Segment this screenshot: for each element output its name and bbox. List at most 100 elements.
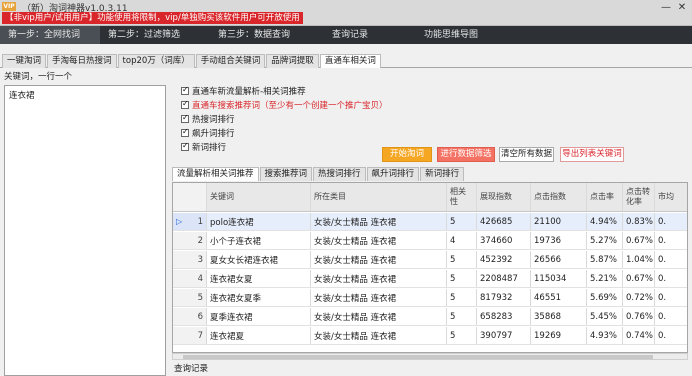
col-extra[interactable]: 市均 xyxy=(655,183,687,211)
cell-relevance[interactable]: 5 xyxy=(447,251,477,268)
cell-impressions[interactable]: 452392 xyxy=(477,251,531,268)
col-clicks[interactable]: 点击指数 xyxy=(531,183,587,211)
table-row[interactable]: 7 连衣裙夏 女装/女士精品 连衣裙 5 390797 19269 4.93% … xyxy=(173,327,687,345)
col-cvr[interactable]: 点击转化率 xyxy=(623,183,655,211)
nav-query-log[interactable]: 查询记录 xyxy=(332,26,420,44)
cell-relevance[interactable]: 5 xyxy=(447,270,477,287)
table-row[interactable]: ▷ 1 polo连衣裙 女装/女士精品 连衣裙 5 426685 21100 4.… xyxy=(173,213,687,231)
cell-keyword[interactable]: 夏女女长裙连衣裙 xyxy=(207,251,311,268)
tab-brand-extract[interactable]: 品牌词提取 xyxy=(266,54,319,68)
tab-new-rank[interactable]: 新词排行 xyxy=(420,167,465,181)
cell-extra[interactable]: 0. xyxy=(655,213,687,230)
cell-ctr[interactable]: 4.93% xyxy=(587,327,623,344)
col-impressions[interactable]: 展现指数 xyxy=(477,183,531,211)
cell-impressions[interactable]: 374660 xyxy=(477,232,531,249)
tab-manual-combine[interactable]: 手动组合关键词 xyxy=(195,54,266,68)
cell-category[interactable]: 女装/女士精品 连衣裙 xyxy=(311,270,447,287)
cell-extra[interactable]: 0. xyxy=(655,289,687,306)
table-row[interactable]: 5 连衣裙女夏季 女装/女士精品 连衣裙 5 817932 46551 5.69… xyxy=(173,289,687,307)
col-keyword[interactable]: 关键词 xyxy=(207,183,311,211)
cell-clicks[interactable]: 26566 xyxy=(531,251,587,268)
cell-relevance[interactable]: 4 xyxy=(447,232,477,249)
close-icon[interactable]: ✕ xyxy=(676,3,688,13)
export-button[interactable]: 导出列表关键词 xyxy=(560,147,624,162)
checkbox-search-recommend[interactable] xyxy=(181,99,189,109)
filter-button[interactable]: 进行数据筛选 xyxy=(437,147,495,162)
tab-ztc-related[interactable]: 直通车相关词 xyxy=(319,54,381,68)
cell-relevance[interactable]: 5 xyxy=(447,308,477,325)
cell-cvr[interactable]: 0.76% xyxy=(623,308,655,325)
checkbox-hot-rank[interactable] xyxy=(181,113,189,123)
start-button[interactable]: 开始淘词 xyxy=(382,147,432,162)
checkbox-rising-rank[interactable] xyxy=(181,127,189,137)
keyword-textarea[interactable]: 连衣裙 xyxy=(4,85,166,376)
cell-extra[interactable]: 0. xyxy=(655,232,687,249)
table-row[interactable]: 4 连衣裙女夏 女装/女士精品 连衣裙 5 2208487 115034 5.2… xyxy=(173,270,687,288)
nav-step-2[interactable]: 第二步：过滤筛选 xyxy=(100,26,210,44)
cell-category[interactable]: 女装/女士精品 连衣裙 xyxy=(311,327,447,344)
scrollbar-thumb[interactable] xyxy=(183,355,653,359)
table-row[interactable]: 6 夏季连衣裙 女装/女士精品 连衣裙 5 658283 35868 5.45%… xyxy=(173,308,687,326)
cell-category[interactable]: 女装/女士精品 连衣裙 xyxy=(311,308,447,325)
cell-clicks[interactable]: 46551 xyxy=(531,289,587,306)
cell-impressions[interactable]: 2208487 xyxy=(477,270,531,287)
cell-cvr[interactable]: 0.67% xyxy=(623,270,655,287)
cell-impressions[interactable]: 390797 xyxy=(477,327,531,344)
cell-relevance[interactable]: 5 xyxy=(447,289,477,306)
option-new-rank[interactable]: 新词排行 xyxy=(181,140,388,154)
cell-keyword[interactable]: 夏季连衣裙 xyxy=(207,308,311,325)
cell-ctr[interactable]: 5.87% xyxy=(587,251,623,268)
cell-ctr[interactable]: 5.45% xyxy=(587,308,623,325)
cell-keyword[interactable]: polo连衣裙 xyxy=(207,213,311,230)
option-traffic-related[interactable]: 直通车新流量解析-相关词推荐 xyxy=(181,84,388,98)
tab-top20w[interactable]: top20万（词库） xyxy=(117,54,195,68)
nav-mindmap[interactable]: 功能思维导图 xyxy=(420,26,520,44)
horizontal-scrollbar[interactable] xyxy=(172,353,688,360)
cell-category[interactable]: 女装/女士精品 连衣裙 xyxy=(311,289,447,306)
option-hot-rank[interactable]: 热搜词排行 xyxy=(181,112,388,126)
cell-extra[interactable]: 0. xyxy=(655,251,687,268)
option-rising-rank[interactable]: 飙升词排行 xyxy=(181,126,388,140)
col-category[interactable]: 所在类目 xyxy=(311,183,447,211)
cell-cvr[interactable]: 0.83% xyxy=(623,213,655,230)
tab-search-recommend[interactable]: 搜索推荐词 xyxy=(259,167,313,181)
tab-one-click[interactable]: 一键淘词 xyxy=(2,54,47,68)
cell-keyword[interactable]: 小个子连衣裙 xyxy=(207,232,311,249)
cell-ctr[interactable]: 4.94% xyxy=(587,213,623,230)
checkbox-traffic-related[interactable] xyxy=(181,85,189,95)
cell-extra[interactable]: 0. xyxy=(655,327,687,344)
cell-cvr[interactable]: 1.04% xyxy=(623,251,655,268)
cell-ctr[interactable]: 5.21% xyxy=(587,270,623,287)
cell-cvr[interactable]: 0.67% xyxy=(623,232,655,249)
cell-cvr[interactable]: 0.72% xyxy=(623,289,655,306)
cell-category[interactable]: 女装/女士精品 连衣裙 xyxy=(311,213,447,230)
col-ctr[interactable]: 点击率 xyxy=(587,183,623,211)
tab-rising-rank[interactable]: 飙升词排行 xyxy=(366,167,420,181)
cell-impressions[interactable]: 817932 xyxy=(477,289,531,306)
cell-keyword[interactable]: 连衣裙夏 xyxy=(207,327,311,344)
cell-extra[interactable]: 0. xyxy=(655,270,687,287)
cell-extra[interactable]: 0. xyxy=(655,308,687,325)
cell-clicks[interactable]: 21100 xyxy=(531,213,587,230)
tab-traffic-related[interactable]: 流量解析相关词推荐 xyxy=(172,167,259,181)
nav-step-1[interactable]: 第一步：全网找词 xyxy=(0,26,100,44)
minimize-icon[interactable]: — xyxy=(660,3,672,13)
cell-clicks[interactable]: 19736 xyxy=(531,232,587,249)
cell-impressions[interactable]: 426685 xyxy=(477,213,531,230)
checkbox-new-rank[interactable] xyxy=(181,141,189,151)
cell-keyword[interactable]: 连衣裙女夏 xyxy=(207,270,311,287)
cell-clicks[interactable]: 35868 xyxy=(531,308,587,325)
nav-step-3[interactable]: 第三步：数据查询 xyxy=(210,26,332,44)
cell-ctr[interactable]: 5.69% xyxy=(587,289,623,306)
cell-category[interactable]: 女装/女士精品 连衣裙 xyxy=(311,251,447,268)
cell-clicks[interactable]: 115034 xyxy=(531,270,587,287)
tab-hot-rank[interactable]: 热搜词排行 xyxy=(313,167,366,181)
table-row[interactable]: 3 夏女女长裙连衣裙 女装/女士精品 连衣裙 5 452392 26566 5.… xyxy=(173,251,687,269)
option-search-recommend[interactable]: 直通车搜索推荐词（至少有一个创建一个推广宝贝） xyxy=(181,98,388,112)
tab-daily-hot[interactable]: 手淘每日热搜词 xyxy=(47,54,117,68)
cell-ctr[interactable]: 5.27% xyxy=(587,232,623,249)
col-relevance[interactable]: 相关性 xyxy=(447,183,477,211)
cell-impressions[interactable]: 658283 xyxy=(477,308,531,325)
cell-clicks[interactable]: 19269 xyxy=(531,327,587,344)
table-row[interactable]: 2 小个子连衣裙 女装/女士精品 连衣裙 4 374660 19736 5.27… xyxy=(173,232,687,250)
